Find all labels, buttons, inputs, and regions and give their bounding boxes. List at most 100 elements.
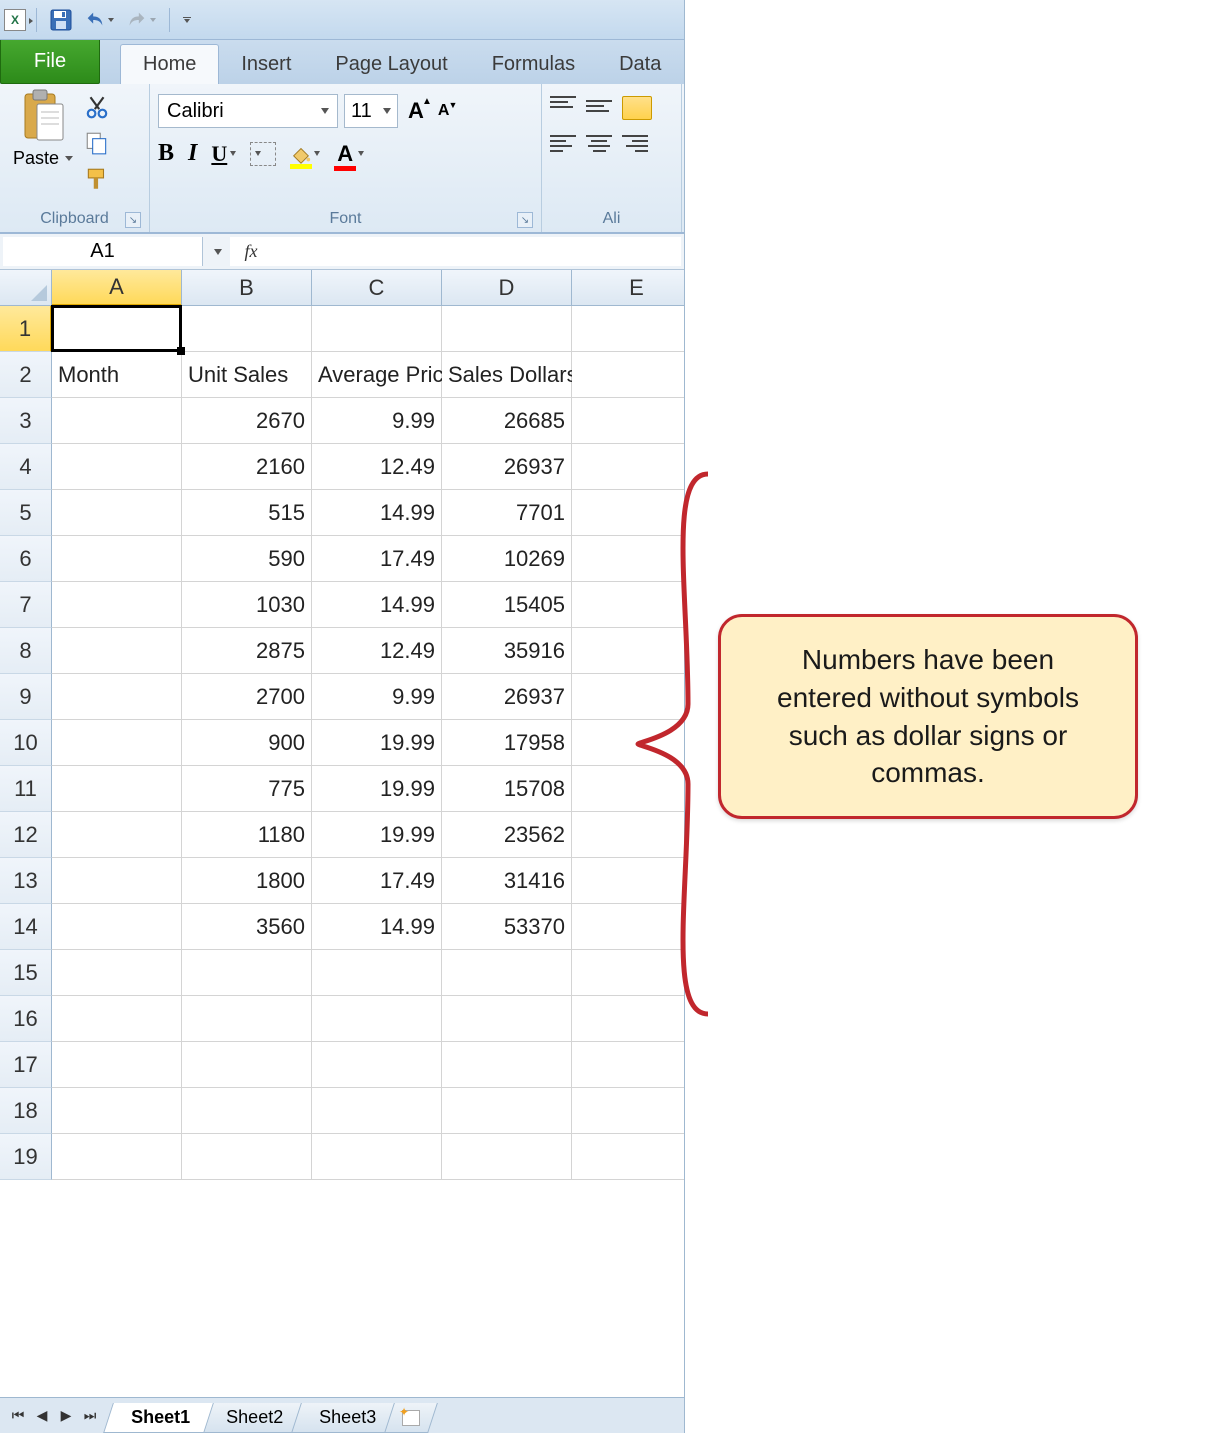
cell-C4[interactable]: 12.49 xyxy=(312,444,442,490)
border-button[interactable] xyxy=(250,142,276,166)
cell-B11[interactable]: 775 xyxy=(182,766,312,812)
cell-B19[interactable] xyxy=(182,1134,312,1180)
paste-button[interactable]: Paste xyxy=(8,88,78,169)
row-header-17[interactable]: 17 xyxy=(0,1042,52,1088)
font-size-combo[interactable]: 11 xyxy=(344,94,398,128)
tab-insert[interactable]: Insert xyxy=(219,44,313,84)
sheet-nav-first[interactable]: ⏮ xyxy=(6,1404,30,1428)
italic-button[interactable]: I xyxy=(188,140,197,167)
cell-B13[interactable]: 1800 xyxy=(182,858,312,904)
cell-C5[interactable]: 14.99 xyxy=(312,490,442,536)
row-header-1[interactable]: 1 xyxy=(0,306,52,352)
sheet-tab-3[interactable]: Sheet3 xyxy=(291,1403,400,1433)
row-header-4[interactable]: 4 xyxy=(0,444,52,490)
cell-A19[interactable] xyxy=(52,1134,182,1180)
underline-button[interactable]: U xyxy=(211,141,236,167)
new-sheet-button[interactable] xyxy=(384,1403,438,1433)
column-header-D[interactable]: D xyxy=(442,270,572,306)
cell-D14[interactable]: 53370 xyxy=(442,904,572,950)
cell-B4[interactable]: 2160 xyxy=(182,444,312,490)
row-header-15[interactable]: 15 xyxy=(0,950,52,996)
row-header-12[interactable]: 12 xyxy=(0,812,52,858)
wrap-text-button[interactable] xyxy=(622,96,652,120)
cell-A16[interactable] xyxy=(52,996,182,1042)
tab-data[interactable]: Data xyxy=(597,44,683,84)
cell-D15[interactable] xyxy=(442,950,572,996)
fx-icon[interactable]: fx xyxy=(240,241,258,262)
fill-color-button[interactable] xyxy=(290,143,320,165)
column-header-C[interactable]: C xyxy=(312,270,442,306)
cell-B18[interactable] xyxy=(182,1088,312,1134)
row-header-16[interactable]: 16 xyxy=(0,996,52,1042)
bold-button[interactable]: B xyxy=(158,140,174,167)
row-header-8[interactable]: 8 xyxy=(0,628,52,674)
clipboard-launcher[interactable]: ↘ xyxy=(125,212,141,228)
align-left-button[interactable] xyxy=(550,132,576,152)
cell-A13[interactable] xyxy=(52,858,182,904)
cell-A11[interactable] xyxy=(52,766,182,812)
cell-B15[interactable] xyxy=(182,950,312,996)
cell-D17[interactable] xyxy=(442,1042,572,1088)
cell-A10[interactable] xyxy=(52,720,182,766)
cell-A17[interactable] xyxy=(52,1042,182,1088)
row-header-13[interactable]: 13 xyxy=(0,858,52,904)
cell-D8[interactable]: 35916 xyxy=(442,628,572,674)
row-header-5[interactable]: 5 xyxy=(0,490,52,536)
tab-page-layout[interactable]: Page Layout xyxy=(313,44,469,84)
cell-D4[interactable]: 26937 xyxy=(442,444,572,490)
format-painter-button[interactable] xyxy=(82,164,112,194)
undo-button[interactable] xyxy=(81,6,117,34)
column-header-B[interactable]: B xyxy=(182,270,312,306)
cell-B7[interactable]: 1030 xyxy=(182,582,312,628)
sheet-nav-last[interactable]: ⏭ xyxy=(78,1404,102,1428)
cell-B9[interactable]: 2700 xyxy=(182,674,312,720)
cell-D11[interactable]: 15708 xyxy=(442,766,572,812)
customize-qat-button[interactable] xyxy=(180,6,194,34)
align-center-button[interactable] xyxy=(586,132,612,152)
cell-A15[interactable] xyxy=(52,950,182,996)
name-box[interactable]: A1 xyxy=(3,237,203,266)
cell-D13[interactable]: 31416 xyxy=(442,858,572,904)
cell-B12[interactable]: 1180 xyxy=(182,812,312,858)
cell-C9[interactable]: 9.99 xyxy=(312,674,442,720)
cell-E19[interactable] xyxy=(572,1134,684,1180)
cell-D6[interactable]: 10269 xyxy=(442,536,572,582)
cell-C19[interactable] xyxy=(312,1134,442,1180)
cell-D9[interactable]: 26937 xyxy=(442,674,572,720)
cell-A6[interactable] xyxy=(52,536,182,582)
worksheet-grid[interactable]: ABCDE 12345678910111213141516171819 Mont… xyxy=(0,270,684,1190)
cell-A18[interactable] xyxy=(52,1088,182,1134)
select-all-corner[interactable] xyxy=(0,270,52,306)
save-button[interactable] xyxy=(47,6,75,34)
cell-B16[interactable] xyxy=(182,996,312,1042)
cell-E17[interactable] xyxy=(572,1042,684,1088)
cell-C10[interactable]: 19.99 xyxy=(312,720,442,766)
row-header-19[interactable]: 19 xyxy=(0,1134,52,1180)
cell-A5[interactable] xyxy=(52,490,182,536)
cell-A4[interactable] xyxy=(52,444,182,490)
cell-D16[interactable] xyxy=(442,996,572,1042)
cell-D10[interactable]: 17958 xyxy=(442,720,572,766)
cell-D19[interactable] xyxy=(442,1134,572,1180)
cell-D1[interactable] xyxy=(442,306,572,352)
redo-button[interactable] xyxy=(123,6,159,34)
sheet-nav-prev[interactable]: ◀ xyxy=(30,1404,54,1428)
cell-C18[interactable] xyxy=(312,1088,442,1134)
formula-input[interactable] xyxy=(278,237,672,266)
file-tab[interactable]: File xyxy=(0,40,100,84)
cell-A1[interactable] xyxy=(52,306,182,352)
row-header-18[interactable]: 18 xyxy=(0,1088,52,1134)
row-header-11[interactable]: 11 xyxy=(0,766,52,812)
row-header-10[interactable]: 10 xyxy=(0,720,52,766)
sheet-tab-1[interactable]: Sheet1 xyxy=(103,1403,214,1433)
cell-C6[interactable]: 17.49 xyxy=(312,536,442,582)
cell-C15[interactable] xyxy=(312,950,442,996)
tab-formulas[interactable]: Formulas xyxy=(470,44,597,84)
copy-button[interactable] xyxy=(82,128,112,158)
cell-A14[interactable] xyxy=(52,904,182,950)
cell-B5[interactable]: 515 xyxy=(182,490,312,536)
row-header-7[interactable]: 7 xyxy=(0,582,52,628)
cell-D7[interactable]: 15405 xyxy=(442,582,572,628)
cell-A8[interactable] xyxy=(52,628,182,674)
cut-button[interactable] xyxy=(82,92,112,122)
